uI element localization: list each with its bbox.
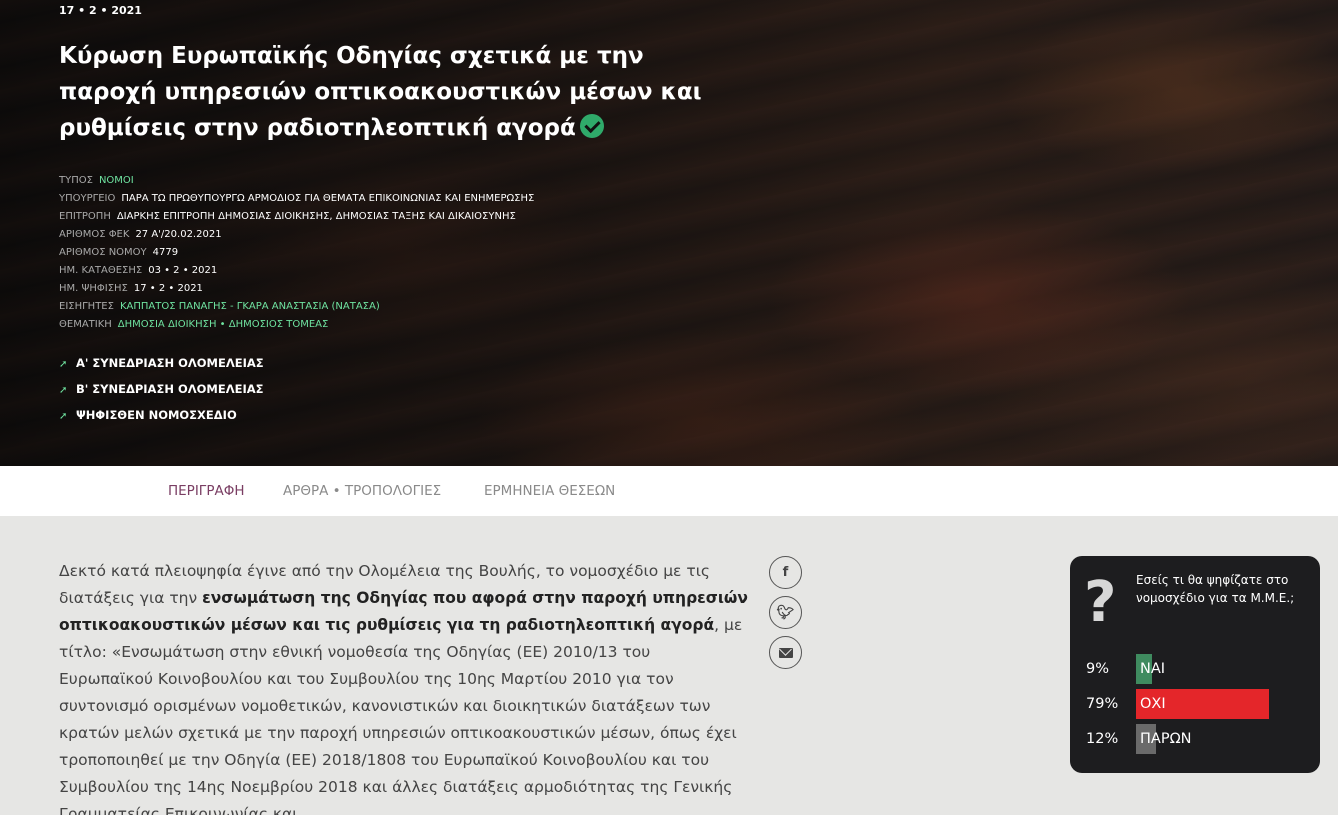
question-icon: ? bbox=[1084, 570, 1117, 635]
meta-value: 27 Α'/20.02.2021 bbox=[135, 229, 222, 240]
link-label: Α' ΣΥΝΕΔΡΙΑΣΗ ΟΛΟΜΕΛΕΙΑΣ bbox=[76, 356, 264, 370]
meta-value[interactable]: ΔΗΜΟΣΙΑ ΔΙΟΙΚΗΣΗ • ΔΗΜΟΣΙΟΣ ΤΟΜΕΑΣ bbox=[118, 319, 329, 330]
meta-value: ΔΙΑΡΚΗΣ ΕΠΙΤΡΟΠΗ ΔΗΜΟΣΙΑΣ ΔΙΟΙΚΗΣΗΣ, ΔΗΜ… bbox=[116, 211, 516, 222]
envelope-icon bbox=[778, 647, 793, 658]
meta-value[interactable]: ΝΟΜΟΙ bbox=[99, 175, 134, 186]
poll-percent: 9% bbox=[1086, 661, 1110, 677]
tab-description[interactable]: ΠΕΡΙΓΡΑΦΗ bbox=[168, 483, 244, 499]
link-label: Β' ΣΥΝΕΔΡΙΑΣΗ ΟΛΟΜΕΛΕΙΑΣ bbox=[76, 382, 264, 396]
meta-key: ΗΜ. ΨΗΦΙΣΗΣ bbox=[59, 283, 128, 294]
article-rest: , με τίτλο: «Ενσωμάτωση στην εθνική νομο… bbox=[59, 616, 743, 815]
link-label: ΨΗΦΙΣΘΕΝ ΝΟΜΟΣΧΕΔΙΟ bbox=[76, 408, 237, 422]
meta-value: ΠΑΡΑ ΤΩ ΠΡΩΘΥΠΟΥΡΓΩ ΑΡΜΟΔΙΟΣ ΓΙΑ ΘΕΜΑΤΑ … bbox=[121, 193, 535, 204]
poll-percent: 12% bbox=[1086, 731, 1119, 747]
link-session-a[interactable]: ➚ Α' ΣΥΝΕΔΡΙΑΣΗ ΟΛΟΜΕΛΕΙΑΣ bbox=[59, 354, 264, 380]
meta-row-rapporteurs: ΕΙΣΗΓΗΤΕΣ ΚΑΠΠΑΤΟΣ ΠΑΝΑΓΗΣ - ΓΚΑΡΑ ΑΝΑΣΤΑ… bbox=[59, 298, 739, 316]
meta-key: ΘΕΜΑΤΙΚΗ bbox=[59, 319, 112, 330]
facebook-share-button[interactable]: f bbox=[769, 556, 802, 589]
meta-value: 03 • 2 • 2021 bbox=[148, 265, 218, 276]
link-session-b[interactable]: ➚ Β' ΣΥΝΕΔΡΙΑΣΗ ΟΛΟΜΕΛΕΙΑΣ bbox=[59, 380, 264, 406]
poll-option-no[interactable]: 79% ΟΧΙ bbox=[1086, 689, 1312, 719]
meta-value[interactable]: ΚΑΠΠΑΤΟΣ ΠΑΝΑΓΗΣ - ΓΚΑΡΑ ΑΝΑΣΤΑΣΙΑ (ΝΑΤΑ… bbox=[120, 301, 380, 312]
hero-banner: 17 • 2 • 2021 Κύρωση Ευρωπαϊκής Οδηγίας … bbox=[0, 0, 1338, 466]
meta-row-ministry: ΥΠΟΥΡΓΕΙΟ ΠΑΡΑ ΤΩ ΠΡΩΘΥΠΟΥΡΓΩ ΑΡΜΟΔΙΟΣ ΓΙ… bbox=[59, 190, 739, 208]
twitter-share-button[interactable]: 🐦︎ bbox=[769, 596, 802, 629]
tab-bar: ΠΕΡΙΓΡΑΦΗ ΑΡΘΡΑ • ΤΡΟΠΟΛΟΓΙΕΣ ΕΡΜΗΝΕΙΑ Θ… bbox=[0, 466, 1338, 516]
meta-key: ΥΠΟΥΡΓΕΙΟ bbox=[59, 193, 116, 204]
meta-value: 4779 bbox=[152, 247, 179, 258]
arrow-up-right-icon: ➚ bbox=[59, 411, 68, 422]
vote-date: 17 • 2 • 2021 bbox=[59, 4, 142, 17]
article-body: Δεκτό κατά πλειοψηφία έγινε από την Ολομ… bbox=[59, 558, 749, 815]
poll-widget: ? Εσείς τι θα ψηφίζατε στο νομοσχέδιο γι… bbox=[1070, 556, 1320, 773]
bill-metadata: ΤΥΠΟΣ ΝΟΜΟΙ ΥΠΟΥΡΓΕΙΟ ΠΑΡΑ ΤΩ ΠΡΩΘΥΠΟΥΡΓΩ … bbox=[59, 172, 739, 334]
meta-key: ΕΙΣΗΓΗΤΕΣ bbox=[59, 301, 114, 312]
meta-value: 17 • 2 • 2021 bbox=[133, 283, 203, 294]
meta-row-law-number: ΑΡΙΘΜΟΣ ΝΟΜΟΥ 4779 bbox=[59, 244, 739, 262]
meta-key: ΗΜ. ΚΑΤΑΘΕΣΗΣ bbox=[59, 265, 143, 276]
twitter-icon: 🐦︎ bbox=[776, 604, 795, 621]
tab-articles-amendments[interactable]: ΑΡΘΡΑ • ΤΡΟΠΟΛΟΓΙΕΣ bbox=[283, 483, 441, 499]
poll-option-present[interactable]: 12% ΠΑΡΩΝ bbox=[1086, 724, 1312, 754]
bill-title: Κύρωση Ευρωπαϊκής Οδηγίας σχετικά με την… bbox=[59, 38, 749, 146]
poll-label: ΝΑΙ bbox=[1140, 661, 1166, 677]
poll-option-yes[interactable]: 9% ΝΑΙ bbox=[1086, 654, 1312, 684]
arrow-up-right-icon: ➚ bbox=[59, 385, 68, 396]
email-share-button[interactable] bbox=[769, 636, 802, 669]
meta-key: ΤΥΠΟΣ bbox=[59, 175, 93, 186]
meta-key: ΕΠΙΤΡΟΠΗ bbox=[59, 211, 111, 222]
meta-row-type: ΤΥΠΟΣ ΝΟΜΟΙ bbox=[59, 172, 739, 190]
session-links: ➚ Α' ΣΥΝΕΔΡΙΑΣΗ ΟΛΟΜΕΛΕΙΑΣ ➚ Β' ΣΥΝΕΔΡΙΑΣΗ… bbox=[59, 354, 264, 432]
facebook-icon: f bbox=[782, 565, 789, 580]
meta-row-committee: ΕΠΙΤΡΟΠΗ ΔΙΑΡΚΗΣ ΕΠΙΤΡΟΠΗ ΔΗΜΟΣΙΑΣ ΔΙΟΙΚΗ… bbox=[59, 208, 739, 226]
meta-row-vote-date: ΗΜ. ΨΗΦΙΣΗΣ 17 • 2 • 2021 bbox=[59, 280, 739, 298]
bill-title-text: Κύρωση Ευρωπαϊκής Οδηγίας σχετικά με την… bbox=[59, 43, 702, 141]
poll-percent: 79% bbox=[1086, 696, 1119, 712]
meta-row-fek: ΑΡΙΘΜΟΣ ΦΕΚ 27 Α'/20.02.2021 bbox=[59, 226, 739, 244]
meta-row-submission-date: ΗΜ. ΚΑΤΑΘΕΣΗΣ 03 • 2 • 2021 bbox=[59, 262, 739, 280]
arrow-up-right-icon: ➚ bbox=[59, 359, 68, 370]
meta-key: ΑΡΙΘΜΟΣ ΝΟΜΟΥ bbox=[59, 247, 147, 258]
meta-row-topic: ΘΕΜΑΤΙΚΗ ΔΗΜΟΣΙΑ ΔΙΟΙΚΗΣΗ • ΔΗΜΟΣΙΟΣ ΤΟΜΕ… bbox=[59, 316, 739, 334]
poll-label: ΟΧΙ bbox=[1140, 696, 1166, 712]
meta-key: ΑΡΙΘΜΟΣ ΦΕΚ bbox=[59, 229, 130, 240]
check-circle-icon bbox=[579, 114, 604, 138]
link-voted-bill[interactable]: ➚ ΨΗΦΙΣΘΕΝ ΝΟΜΟΣΧΕΔΙΟ bbox=[59, 406, 264, 432]
poll-label: ΠΑΡΩΝ bbox=[1140, 731, 1192, 747]
tab-positions[interactable]: ΕΡΜΗΝΕΙΑ ΘΕΣΕΩΝ bbox=[484, 483, 615, 499]
poll-question: Εσείς τι θα ψηφίζατε στο νομοσχέδιο για … bbox=[1136, 573, 1295, 605]
